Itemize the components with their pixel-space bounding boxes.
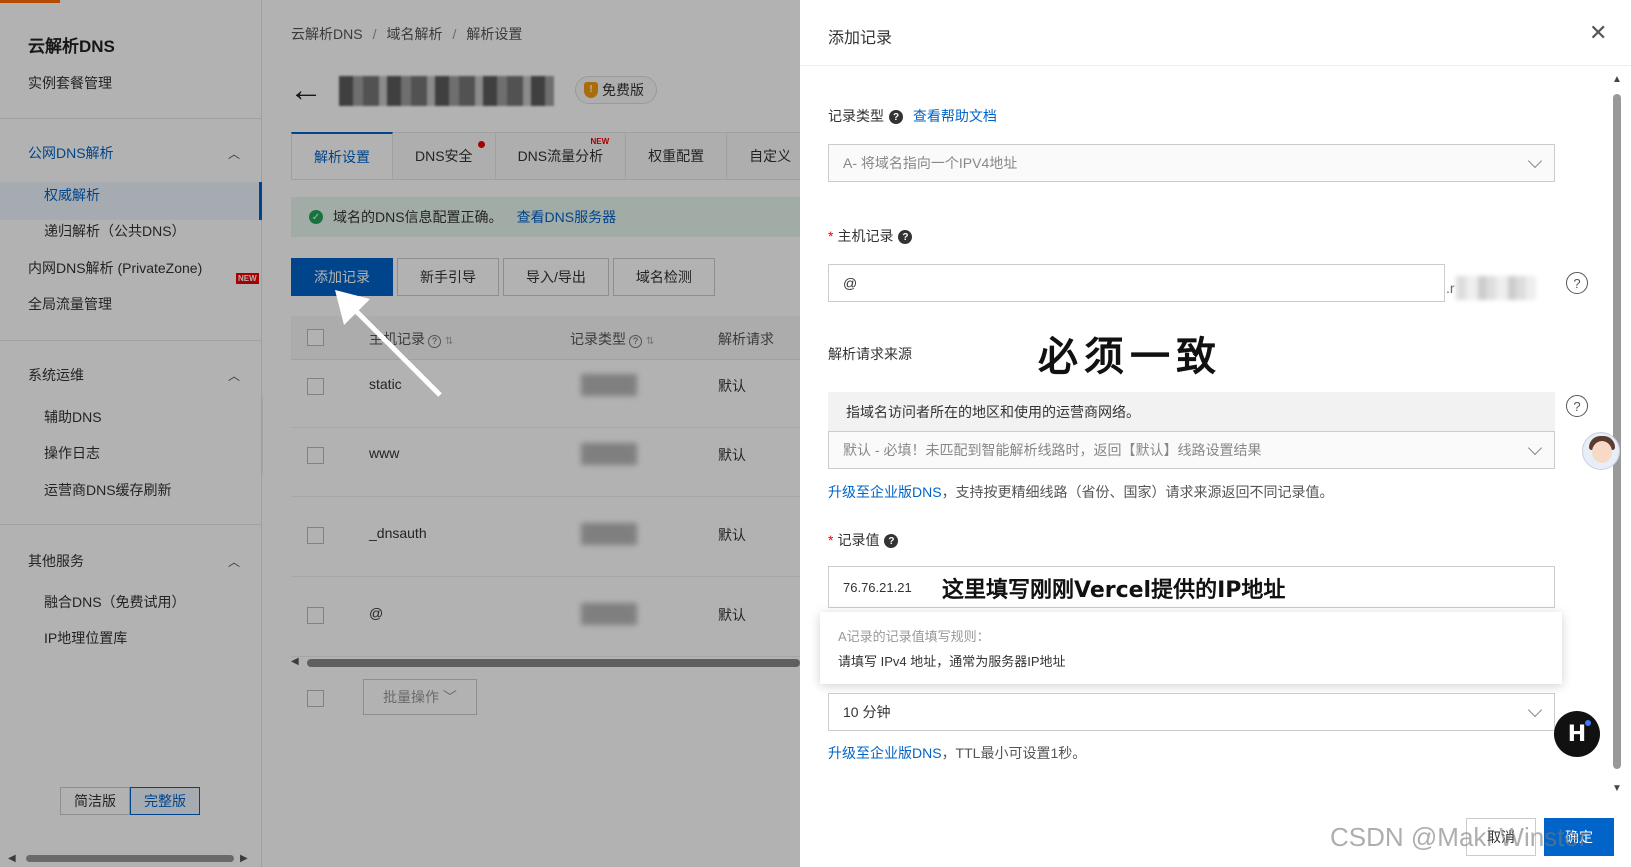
add-record-drawer: 添加记录 ✕ 记录类型? 查看帮助文档 A- 将域名指向一个IPV4地址 * 主机… [800,0,1631,867]
upgrade-note-line: 升级至企业版DNS，支持按更精细线路（省份、国家）请求来源返回不同记录值。 [828,482,1334,502]
tooltip-body: 请填写 IPv4 地址，通常为服务器IP地址 [838,654,1066,669]
help-icon[interactable]: ? [884,534,899,549]
host-value: @ [843,275,858,291]
ttl-select[interactable]: 10 分钟 [828,693,1555,731]
host-record-input[interactable]: @ [828,264,1445,302]
help-icon[interactable]: ? [1566,272,1588,294]
close-icon[interactable]: ✕ [1589,22,1607,44]
source-hint-box: 指域名访问者所在的地区和使用的运营商网络。 [828,392,1555,432]
record-value-tooltip: A记录的记录值填写规则： 请填写 IPv4 地址，通常为服务器IP地址 [820,612,1562,684]
help-icon[interactable]: ? [898,230,913,245]
required-mark: * [828,532,834,548]
ttl-value: 10 分钟 [843,704,891,720]
tooltip-title: A记录的记录值填写规则： [838,629,990,644]
help-icon[interactable]: ? [1566,395,1588,417]
record-type-label-row: 记录类型? 查看帮助文档 [828,106,997,126]
record-value-label-row: * 记录值? [828,530,899,550]
console-background: 云解析DNS 实例套餐管理 公网DNS解析 ︿ 权威解析 递归解析（公共DNS）… [0,0,815,867]
drawer-title: 添加记录 [828,30,893,47]
domain-suffix-text: .r [1446,280,1455,296]
annotation-fill-ip: 这里填写刚刚Vercel提供的IP地址 [942,578,1286,603]
source-label: 解析请求来源 [828,346,912,362]
chevron-down-icon [1527,440,1543,456]
host-label: 主机记录 [837,228,894,244]
annotation-must-match: 必须一致 [1038,334,1222,380]
upgrade-enterprise-link[interactable]: 升级至企业版DNS [828,745,942,761]
watermark: CSDN @Maki Winster [1330,822,1588,852]
record-value-label: 记录值 [837,532,880,548]
upgrade-note-text: ，支持按更精细线路（省份、国家）请求来源返回不同记录值。 [941,484,1334,500]
modal-overlay[interactable] [0,0,800,867]
chevron-down-icon [1527,702,1543,718]
drawer-scrollbar[interactable]: ▲ ▼ [1611,74,1623,794]
required-mark: * [828,228,834,244]
drawer-header: 添加记录 ✕ [800,0,1631,66]
scroll-up-icon[interactable]: ▲ [1612,74,1622,85]
assistant-avatar[interactable] [1582,432,1620,470]
request-source-select[interactable]: 默认 - 必填！未匹配到智能解析线路时，返回【默认】线路设置结果 [828,431,1555,469]
domain-suffix-redacted [1456,276,1536,300]
chevron-down-icon [1527,153,1543,169]
ttl-note-text: ，TTL最小可设置1秒。 [941,745,1087,761]
upgrade-enterprise-link[interactable]: 升级至企业版DNS [828,484,942,500]
annotation-arrow [335,290,442,397]
request-source-value: 默认 - 必填！未匹配到智能解析线路时，返回【默认】线路设置结果 [843,442,1262,458]
help-icon[interactable]: ? [889,110,903,125]
record-type-label: 记录类型 [828,108,884,124]
scroll-thumb[interactable] [1613,94,1621,769]
avatar-face [1592,441,1612,463]
record-type-value: A- 将域名指向一个IPV4地址 [843,155,1018,171]
record-value: 76.76.21.21 [843,579,912,595]
host-label-row: * 主机记录? [828,226,913,246]
status-dot [1585,720,1591,726]
help-doc-link[interactable]: 查看帮助文档 [913,108,997,124]
scroll-down-icon[interactable]: ▼ [1612,783,1622,794]
upgrade-note-ttl: 升级至企业版DNS，TTL最小可设置1秒。 [828,743,1086,763]
source-hint: 指域名访问者所在的地区和使用的运营商网络。 [846,404,1140,420]
record-type-select[interactable]: A- 将域名指向一个IPV4地址 [828,144,1555,182]
floating-assistant-button[interactable]: H [1554,711,1600,757]
domain-suffix: .r [1446,274,1540,302]
